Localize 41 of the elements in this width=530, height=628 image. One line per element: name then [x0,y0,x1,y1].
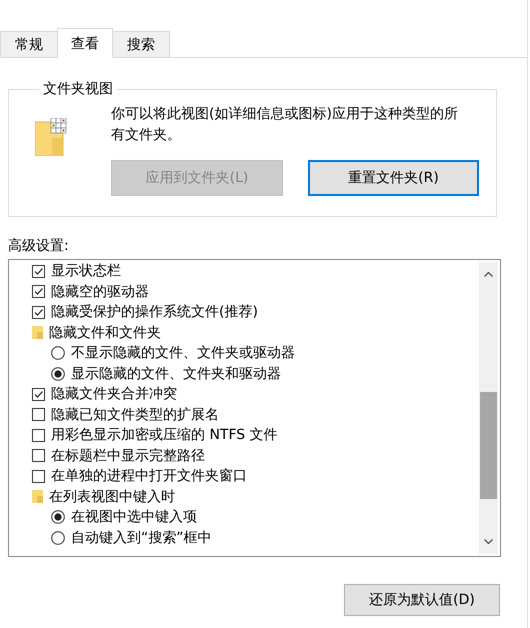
option-label: 隐藏文件和文件夹 [49,324,161,342]
radio-button[interactable] [51,510,65,524]
checkbox[interactable] [32,449,45,462]
tab[interactable]: 搜索 [112,31,170,57]
scroll-down-icon[interactable] [484,539,493,545]
description-text: 你可以将此视图(如详细信息或图标)应用于这种类型的所有文件夹。 [111,105,459,145]
folder-icon [32,326,43,340]
radio-button[interactable] [51,530,65,545]
option-label: 显示隐藏的文件、文件夹和驱动器 [71,364,281,383]
checkbox[interactable] [32,388,45,401]
radio-button[interactable] [51,366,65,381]
option-label: 用彩色显示加密或压缩的 NTFS 文件 [51,426,278,444]
checkbox[interactable] [32,264,45,278]
option-label: 隐藏文件夹合并冲突 [51,385,177,404]
scroll-up-icon[interactable] [484,271,493,277]
option-label: 隐藏已知文件类型的扩展名 [51,406,219,424]
option-label: 在列表视图中键入时 [49,488,175,506]
checkbox[interactable] [32,285,45,298]
tab[interactable]: 查看 [57,28,113,58]
checkbox[interactable] [32,470,45,483]
group-title: 文件夹视图 [42,80,114,98]
option-label: 隐藏空的驱动器 [51,282,149,301]
folder-icon [32,490,43,504]
checkbox[interactable] [32,306,45,319]
option-label: 隐藏受保护的操作系统文件(推荐) [51,303,258,322]
checkbox[interactable] [32,408,45,422]
radio-button[interactable] [51,346,65,360]
folder-button[interactable]: 重置文件夹(R) [308,160,479,196]
option-label: 在单独的进程中打开文件夹窗口 [51,467,247,486]
option-label: 在视图中选中键入项 [71,508,197,526]
checkbox[interactable] [32,428,45,442]
scroll-thumb[interactable] [480,392,497,499]
restore-defaults-button[interactable]: 还原为默认值(D) [344,584,500,616]
scrollbar[interactable] [479,262,498,554]
option-label: 不显示隐藏的文件、文件夹或驱动器 [71,344,295,362]
tab[interactable]: 常规 [0,31,58,57]
option-label: 在标题栏中显示完整路径 [51,446,205,465]
section-label: 高级设置: [8,237,70,255]
folder-icon [35,118,67,156]
option-label: 显示状态栏 [51,262,121,280]
option-label: 自动键入到“搜索”框中 [71,528,212,547]
